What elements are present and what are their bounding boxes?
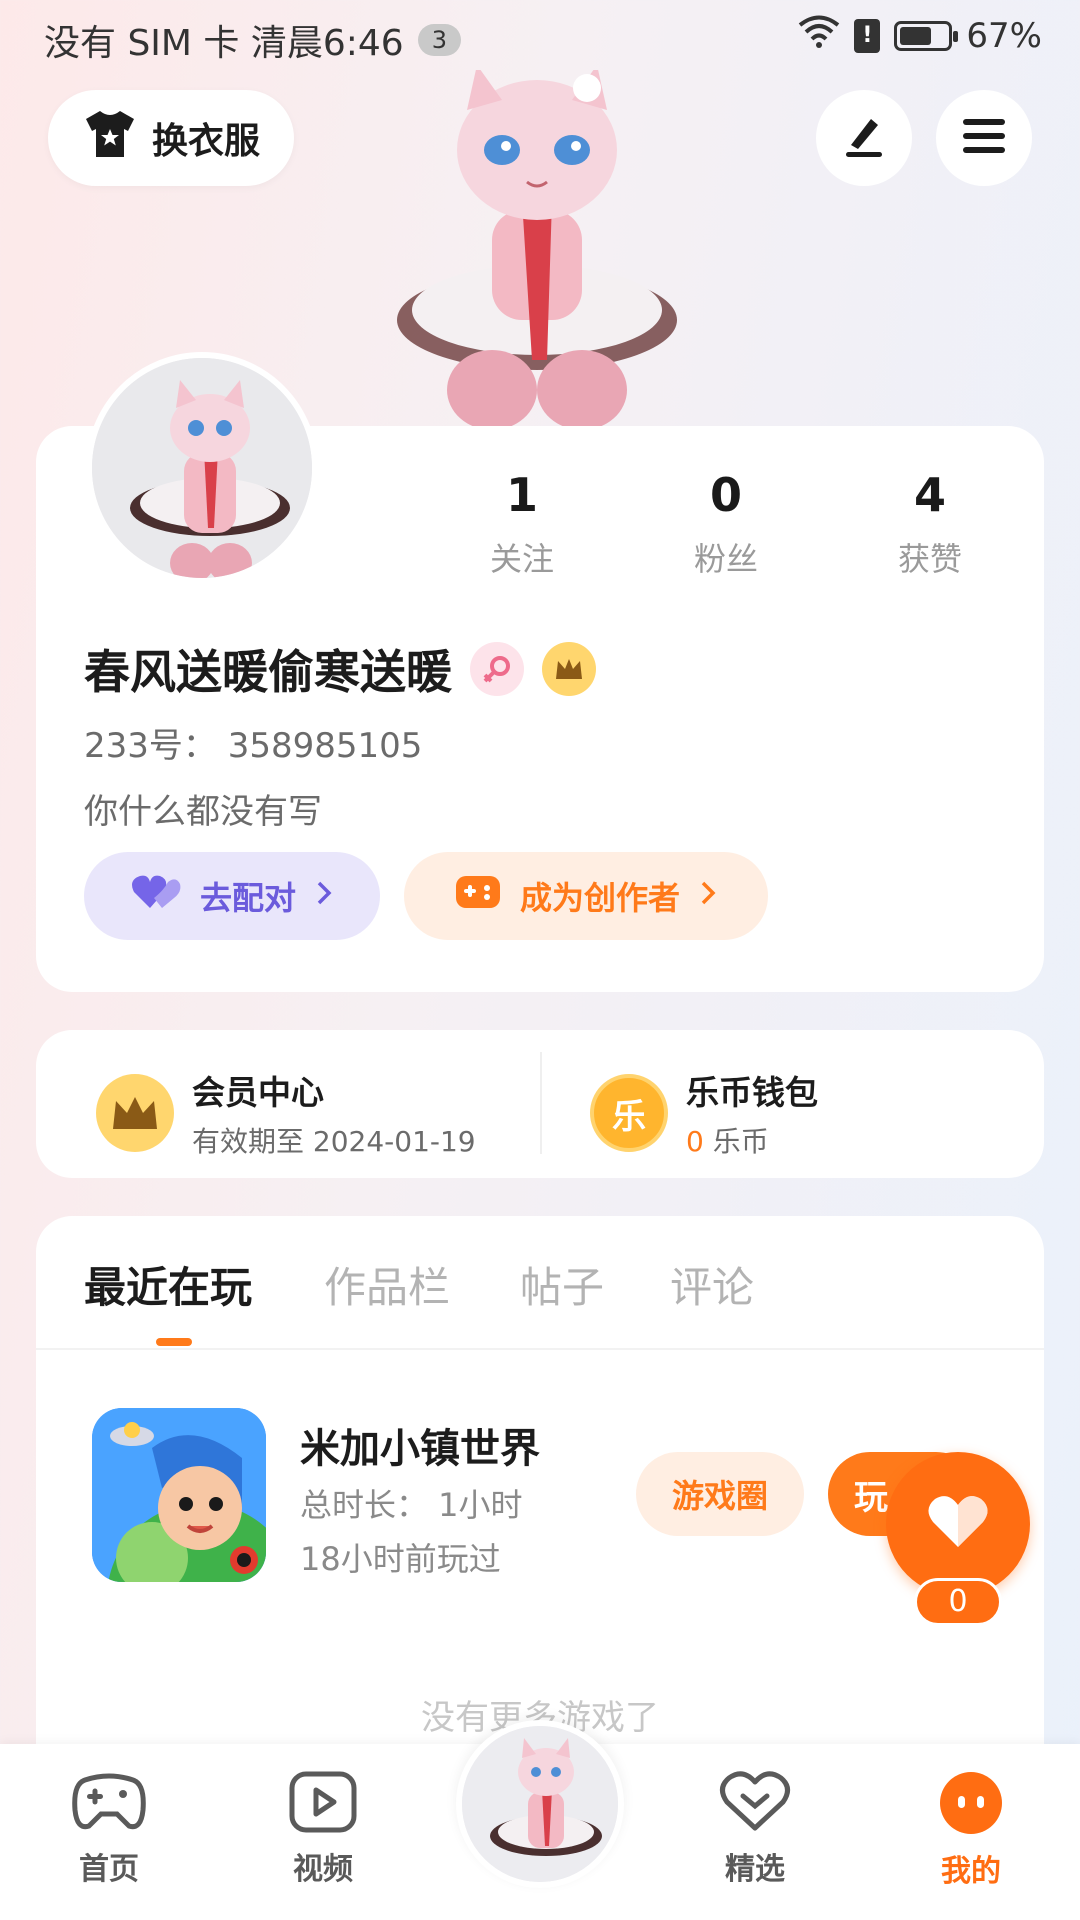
stat-followers-value: 0: [709, 468, 742, 522]
game-circle-button[interactable]: 游戏圈: [636, 1452, 804, 1536]
nav-featured[interactable]: 精选: [690, 1770, 820, 1888]
face-icon: [938, 1770, 1004, 1840]
wallet-balance: 0 乐币: [686, 1120, 818, 1160]
stat-following-label: 关注: [489, 540, 554, 578]
tshirt-icon: [82, 109, 138, 168]
tab-comments[interactable]: 评论: [670, 1254, 754, 1315]
nav-mine[interactable]: 我的: [906, 1770, 1036, 1890]
gamepad-icon: [71, 1770, 147, 1838]
edit-profile-button[interactable]: [816, 90, 912, 186]
hamburger-icon: [961, 116, 1007, 160]
gamepad-icon: [454, 872, 502, 920]
tab-divider: [36, 1348, 1044, 1350]
heart-icon: [926, 1493, 990, 1555]
stat-likes-label: 获赞: [897, 540, 962, 578]
battery-percent: 67%: [966, 15, 1042, 56]
heart-badge-icon: [719, 1770, 791, 1838]
change-outfit-button[interactable]: 换衣服: [48, 90, 294, 186]
tab-posts[interactable]: 帖子: [520, 1254, 604, 1315]
hearts-icon: [130, 872, 182, 920]
stat-likes[interactable]: 4 获赞: [860, 468, 1000, 580]
bio: 你什么都没有写: [84, 792, 322, 832]
crown-icon: [96, 1074, 174, 1152]
status-indicators: ! 67%: [798, 14, 1042, 57]
avatar[interactable]: [86, 352, 318, 584]
wifi-icon: [798, 14, 840, 57]
wallet-title: 乐币钱包: [686, 1073, 818, 1112]
member-center-entry[interactable]: 会员中心 有效期至 2024-01-19: [96, 1066, 476, 1160]
battery-fill: [900, 26, 932, 45]
username: 春风送暖偷寒送暖: [84, 645, 452, 699]
game-duration: 总时长： 1小时: [300, 1486, 523, 1524]
game-icon[interactable]: [92, 1408, 266, 1582]
wallet-entry[interactable]: 乐 乐币钱包 0 乐币: [590, 1066, 818, 1160]
tab-works[interactable]: 作品栏: [324, 1254, 450, 1315]
nav-avatar-center[interactable]: [456, 1720, 624, 1888]
wallet-unit: 乐币: [712, 1125, 769, 1158]
match-label: 去配对: [199, 879, 296, 917]
wallet-text: 乐币钱包 0 乐币: [686, 1066, 818, 1160]
notification-count-badge: 3: [417, 24, 461, 56]
divider: [540, 1052, 542, 1154]
alert-icon: !: [854, 18, 881, 53]
username-row: 春风送暖偷寒送暖: [84, 636, 596, 702]
stat-followers[interactable]: 0 粉丝: [656, 468, 796, 580]
member-expiry: 有效期至 2024-01-19: [192, 1125, 476, 1158]
nav-home[interactable]: 首页: [44, 1770, 174, 1888]
coin-icon: 乐: [590, 1074, 668, 1152]
battery-icon: [894, 20, 959, 51]
tab-recently-played[interactable]: 最近在玩: [84, 1254, 252, 1315]
nav-video[interactable]: 视频: [258, 1770, 388, 1888]
stat-likes-value: 4: [913, 468, 946, 522]
female-icon: [470, 642, 524, 696]
member-title: 会员中心: [192, 1073, 324, 1112]
stat-following-value: 1: [505, 468, 538, 522]
tab-indicator: [156, 1338, 192, 1346]
avatar-character-illustration[interactable]: [372, 65, 702, 430]
crown-icon[interactable]: [542, 642, 596, 696]
status-carrier-time: 没有 SIM 卡 清晨6:46 3: [44, 14, 461, 66]
nav-featured-label: 精选: [725, 1852, 785, 1887]
chevron-right-icon: [698, 877, 718, 915]
wallet-amount: 0: [686, 1125, 704, 1158]
stat-following[interactable]: 1 关注: [452, 468, 592, 580]
user-id: 233号： 358985105: [84, 726, 423, 766]
match-button[interactable]: 去配对: [84, 852, 380, 940]
video-icon: [288, 1770, 358, 1838]
floating-like-count: 0: [914, 1578, 1002, 1626]
carrier-time-text: 没有 SIM 卡 清晨6:46: [44, 23, 404, 64]
pen-icon: [841, 113, 887, 163]
nav-home-label: 首页: [79, 1852, 139, 1887]
member-text: 会员中心 有效期至 2024-01-19: [192, 1066, 476, 1160]
stat-followers-label: 粉丝: [693, 540, 758, 578]
game-title[interactable]: 米加小镇世界: [300, 1416, 540, 1474]
change-outfit-label: 换衣服: [151, 121, 260, 162]
nav-video-label: 视频: [293, 1852, 353, 1887]
game-last-played: 18小时前玩过: [300, 1540, 501, 1578]
floating-like-button[interactable]: [886, 1452, 1030, 1596]
nav-mine-label: 我的: [941, 1854, 1001, 1889]
menu-button[interactable]: [936, 90, 1032, 186]
become-creator-button[interactable]: 成为创作者: [404, 852, 768, 940]
become-creator-label: 成为创作者: [519, 879, 680, 917]
chevron-right-icon: [314, 877, 334, 915]
